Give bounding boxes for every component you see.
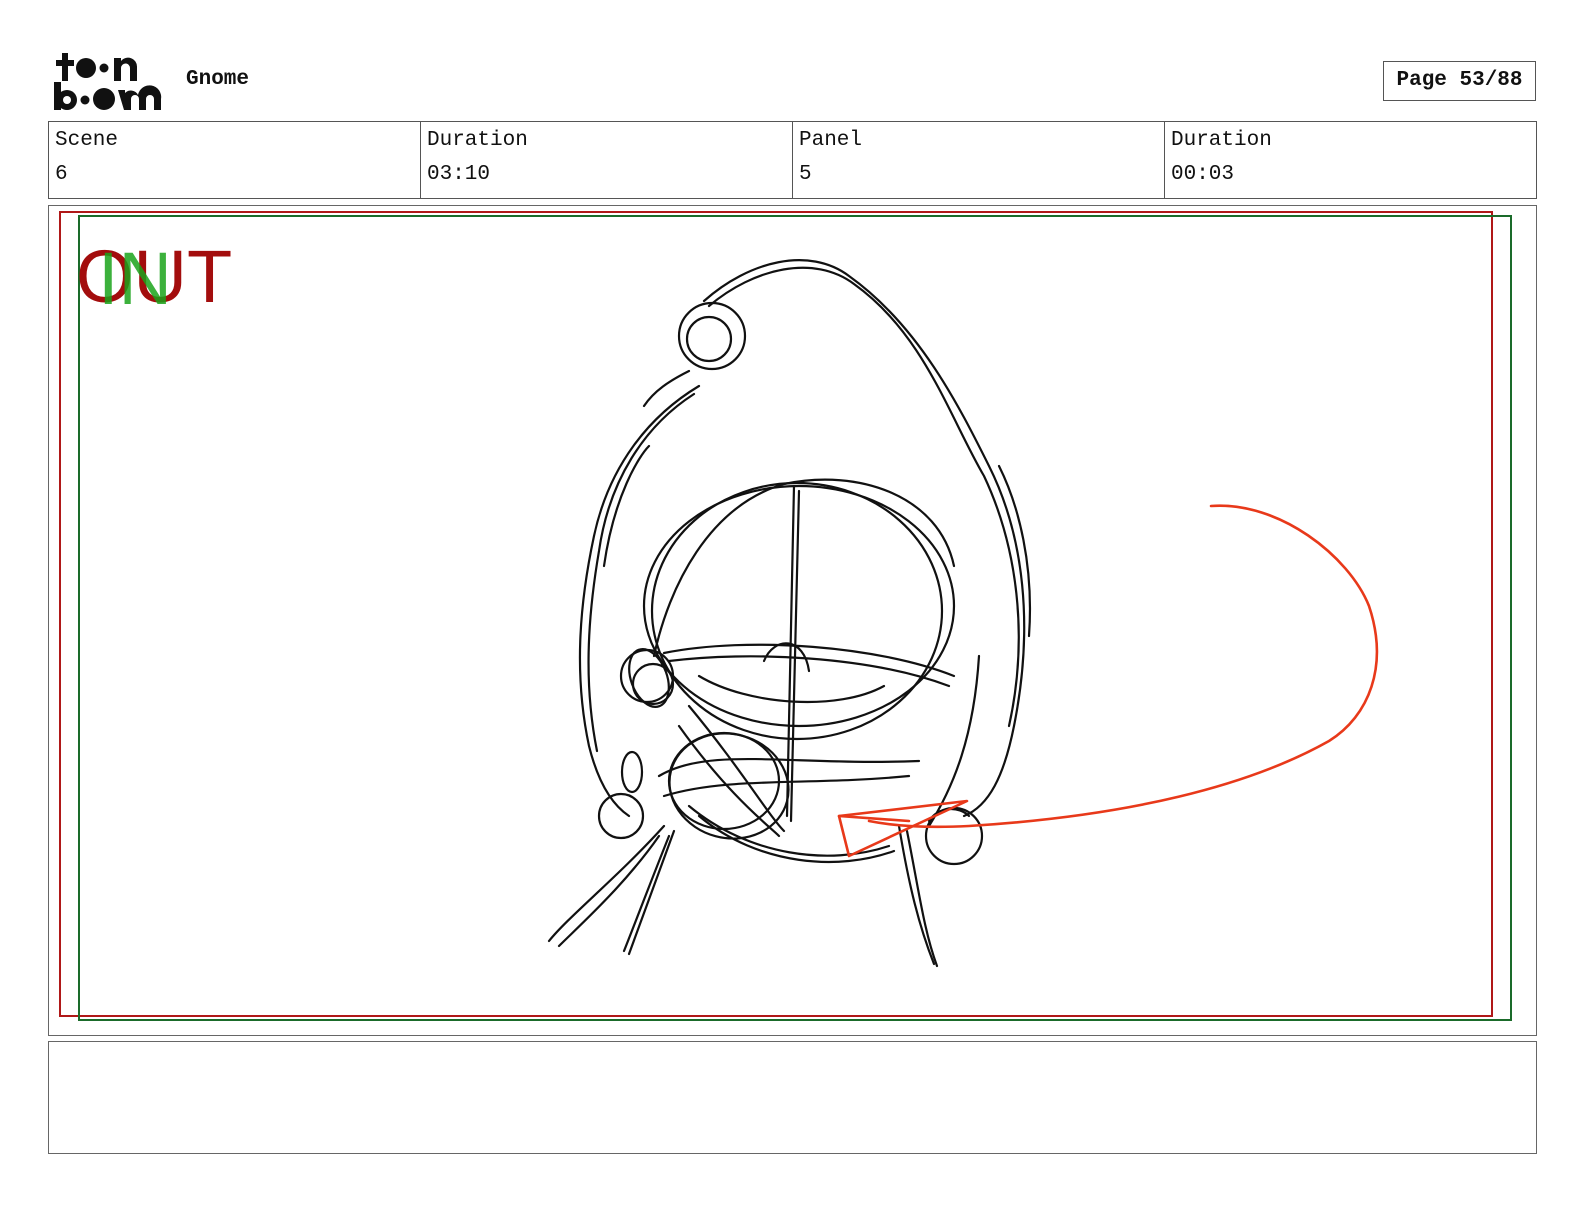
scene-duration-label: Duration (427, 129, 528, 152)
storyboard-panel: OUT IN (48, 205, 1537, 1036)
in-marker: IN (98, 237, 172, 320)
scene-duration-value: 03:10 (427, 163, 491, 186)
panel-duration-label: Duration (1171, 129, 1272, 152)
scene-cell: Scene 6 (49, 122, 420, 198)
panel-info-table: Scene 6 Duration 03:10 Panel 5 Duration … (48, 121, 1537, 199)
panel-duration-cell: Duration 00:03 (1164, 122, 1536, 198)
panel-duration-value: 00:03 (1171, 163, 1235, 186)
gnome-sketch (547, 259, 1032, 968)
project-title: Gnome (186, 68, 250, 91)
scene-value: 6 (55, 163, 68, 186)
panel-value: 5 (799, 163, 812, 186)
out-camera-frame (59, 211, 1493, 1017)
page-number: Page 53/88 (1383, 61, 1536, 101)
scene-label: Scene (55, 129, 119, 152)
toonboom-logo (54, 53, 162, 110)
panel-drawing: OUT IN (59, 211, 1512, 1021)
scene-duration-cell: Duration 03:10 (420, 122, 792, 198)
panel-label: Panel (799, 129, 863, 152)
panel-notes (48, 1041, 1537, 1154)
panel-cell: Panel 5 (792, 122, 1164, 198)
